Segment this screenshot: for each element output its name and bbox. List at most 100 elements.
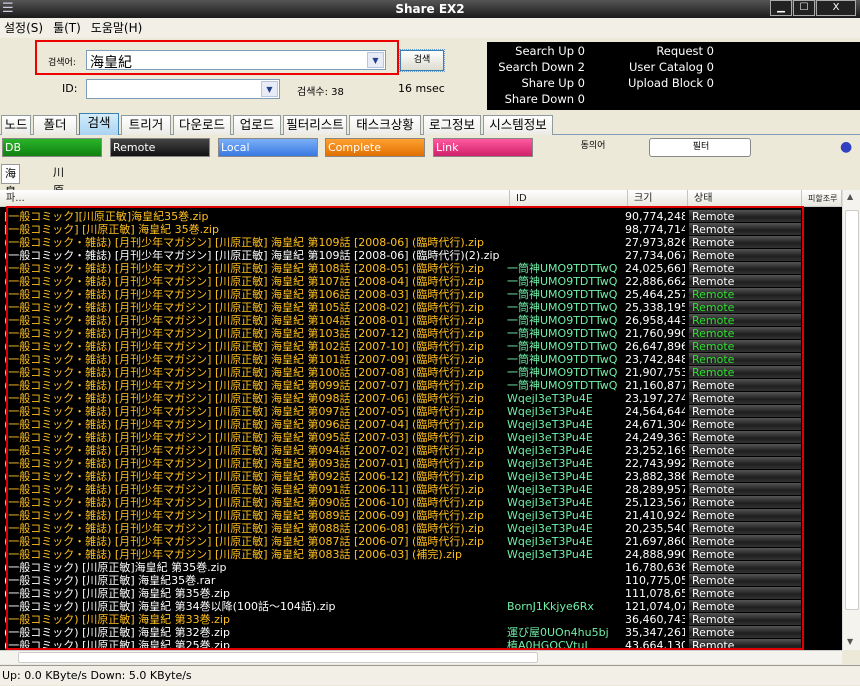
table-row[interactable]: [一般コミック][川原正敏]海皇紀35巻.zip 90,774,248 Remote	[0, 210, 842, 223]
table-row[interactable]: (一般コミック・雑誌) [月刊少年マガジン] [川原正敏] 海皇紀 第092話 …	[0, 470, 842, 483]
user-id: WqejI3eT3Pu4E	[507, 444, 593, 457]
file-name: (一般コミック・雑誌) [月刊少年マガジン] [川原正敏] 海皇紀 第096話 …	[4, 418, 484, 431]
file-name: (一般コミック・雑誌) [月刊少年マガジン] [川原正敏] 海皇紀 第083話 …	[4, 548, 462, 561]
maximize-button[interactable]: ☐	[793, 0, 815, 16]
column-state[interactable]: 상태	[688, 190, 802, 207]
table-row[interactable]: (一般コミック・雑誌) [月刊少年マガジン] [川原正敏] 海皇紀 第108話 …	[0, 262, 842, 275]
table-row[interactable]: (一般コミック・雑誌) [月刊少年マガジン] [川原正敏] 海皇紀 第105話 …	[0, 301, 842, 314]
tab-0[interactable]: 노드	[1, 115, 31, 135]
scroll-thumb[interactable]	[845, 210, 859, 610]
table-row[interactable]: (一般コミック・雑誌) [月刊少年マガジン] [川原正敏] 海皇紀 第106話 …	[0, 288, 842, 301]
filter-link[interactable]: Link	[433, 138, 533, 157]
table-row[interactable]: (一般コミック・雑誌) [月刊少年マガジン] [川原正敏] 海皇紀 第107話 …	[0, 275, 842, 288]
table-row[interactable]: (一般コミック・雑誌) [月刊少年マガジン] [川原正敏] 海皇紀 第103話 …	[0, 327, 842, 340]
status-bar: Up: 0.0 KByte/s Down: 5.0 KByte/s	[0, 665, 860, 685]
tab-8[interactable]: 로그정보	[423, 115, 481, 135]
tab-9[interactable]: 시스템정보	[483, 115, 553, 135]
scroll-down-icon[interactable]: ▼	[847, 637, 853, 646]
keyword-tab[interactable]: 川原正敏	[50, 164, 67, 233]
table-row[interactable]: (一般コミック・雑誌) [月刊少年マガジン] [川原正敏] 海皇紀 第099話 …	[0, 379, 842, 392]
table-row[interactable]: (一般コミック) [川原正敏] 海皇紀 第33巻.zip 36,460,743 Re…	[0, 613, 842, 626]
filter-button[interactable]: 필터	[649, 138, 751, 157]
file-size: 21,760,990	[625, 327, 685, 340]
table-row[interactable]: (一般コミック・雑誌) [月刊少年マガジン] [川原正敏] 海皇紀 第109話 …	[0, 249, 842, 262]
tab-5[interactable]: 업로드	[233, 115, 281, 135]
tab-6[interactable]: 필터리스트	[283, 115, 347, 135]
file-size: 23,252,169	[625, 444, 685, 457]
table-row[interactable]: (一般コミック・雑誌) [月刊少年マガジン] [川原正敏] 海皇紀 第087話 …	[0, 535, 842, 548]
table-row[interactable]: (一般コミック) [川原正敏] 海皇紀 第35巻.zip 111,078,651 R…	[0, 587, 842, 600]
tab-3[interactable]: 트리거	[121, 115, 171, 135]
state-cell: Remote	[689, 613, 801, 625]
table-row[interactable]: (一般コミック) [川原正敏] 海皇紀 第25巻.zip 植A0HGOCVtuI 4…	[0, 639, 842, 650]
chevron-down-icon[interactable]: ▼	[261, 81, 278, 97]
table-row[interactable]: (一般コミック・雑誌) [月刊少年マガジン] [川原正敏] 海皇紀 第101話 …	[0, 353, 842, 366]
filter-db[interactable]: DB	[2, 138, 102, 157]
table-row[interactable]: (一般コミック・雑誌) [月刊少年マガジン] [川原正敏] 海皇紀 第096話 …	[0, 418, 842, 431]
file-size: 26,647,896	[625, 340, 685, 353]
hscroll-thumb[interactable]	[18, 652, 538, 663]
keyword-combo[interactable]: 海皇紀 ▼	[86, 50, 386, 71]
vertical-scrollbar[interactable]: ▲ ▼	[842, 190, 860, 650]
table-row[interactable]: (一般コミック・雑誌) [月刊少年マガジン] [川原正敏] 海皇紀 第098話 …	[0, 392, 842, 405]
table-row[interactable]: (一般コミック・雑誌) [月刊少年マガジン] [川原正敏] 海皇紀 第089話 …	[0, 509, 842, 522]
column-extra[interactable]: 피할조루	[802, 190, 842, 207]
file-name: (一般コミック・雑誌) [月刊少年マガジン] [川原正敏] 海皇紀 第095話 …	[4, 431, 484, 444]
menu-tools[interactable]: 툴(T)	[53, 21, 81, 35]
menu-help[interactable]: 도움말(H)	[91, 21, 143, 35]
help-icon[interactable]: ●	[840, 139, 852, 155]
table-row[interactable]: (一般コミック・雑誌) [月刊少年マガジン] [川原正敏] 海皇紀 第088話 …	[0, 522, 842, 535]
column-name[interactable]: 파...	[0, 190, 510, 207]
filter-complete[interactable]: Complete	[325, 138, 425, 157]
user-id: WqejI3eT3Pu4E	[507, 522, 593, 535]
table-row[interactable]: (一般コミック・雑誌) [月刊少年マガジン] [川原正敏] 海皇紀 第083話 …	[0, 548, 842, 561]
minimize-button[interactable]: ▁	[770, 0, 792, 16]
table-row[interactable]: (一般コミック) [川原正敏] 海皇紀 第34巻以降(100話～104話).zi…	[0, 600, 842, 613]
file-name: (一般コミック・雑誌) [月刊少年マガジン] [川原正敏] 海皇紀 第098話 …	[4, 392, 484, 405]
table-row[interactable]: (一般コミック・雑誌) [月刊少年マガジン] [川原正敏] 海皇紀 第104話 …	[0, 314, 842, 327]
menu-settings[interactable]: 설정(S)	[4, 21, 43, 35]
keyword-tab[interactable]: 海皇紀	[1, 164, 20, 216]
table-row[interactable]: [一般コミック] [川原正敏] 海皇紀 35巻.zip 98,774,714 Rem…	[0, 223, 842, 236]
scroll-up-icon[interactable]: ▲	[847, 192, 853, 201]
id-combo[interactable]: ▼	[86, 79, 280, 99]
table-row[interactable]: (一般コミック) [川原正敏] 海皇紀35巻.rar 110,775,058 Rem…	[0, 574, 842, 587]
filter-remote[interactable]: Remote	[110, 138, 210, 157]
window-title: Share EX2	[395, 2, 465, 16]
chevron-down-icon[interactable]: ▼	[367, 52, 384, 68]
table-row[interactable]: (一般コミック) [川原正敏]海皇紀 第35巻.zip 16,780,636 Rem…	[0, 561, 842, 574]
close-button[interactable]: X	[816, 0, 856, 16]
file-name: (一般コミック・雑誌) [月刊少年マガジン] [川原正敏] 海皇紀 第090話 …	[4, 496, 484, 509]
user-id: 運び屋0UOn4hu5bj	[507, 626, 609, 639]
state-cell: Remote	[689, 444, 801, 456]
file-size: 23,742,848	[625, 353, 685, 366]
table-row[interactable]: (一般コミック・雑誌) [月刊少年マガジン] [川原正敏] 海皇紀 第100話 …	[0, 366, 842, 379]
horizontal-scrollbar[interactable]	[0, 650, 842, 664]
filter-local[interactable]: Local	[218, 138, 318, 157]
state-cell: Remote	[689, 457, 801, 469]
file-name: (一般コミック) [川原正敏] 海皇紀 第32巻.zip	[4, 626, 230, 639]
tab-7[interactable]: 태스크상황	[349, 115, 421, 135]
state-cell: Remote	[689, 236, 801, 248]
search-button[interactable]: 검색	[399, 49, 445, 72]
table-row[interactable]: (一般コミック・雑誌) [月刊少年マガジン] [川原正敏] 海皇紀 第109話 …	[0, 236, 842, 249]
elapsed-time: 16 msec	[398, 82, 445, 95]
table-row[interactable]: (一般コミック・雑誌) [月刊少年マガジン] [川原正敏] 海皇紀 第094話 …	[0, 444, 842, 457]
column-id[interactable]: ID	[510, 190, 628, 207]
table-row[interactable]: (一般コミック・雑誌) [月刊少年マガジン] [川原正敏] 海皇紀 第095話 …	[0, 431, 842, 444]
file-name: (一般コミック) [川原正敏] 海皇紀35巻.rar	[4, 574, 216, 587]
table-row[interactable]: (一般コミック) [川原正敏] 海皇紀 第32巻.zip 運び屋0UOn4hu5b…	[0, 626, 842, 639]
table-row[interactable]: (一般コミック・雑誌) [月刊少年マガジン] [川原正敏] 海皇紀 第102話 …	[0, 340, 842, 353]
table-row[interactable]: (一般コミック・雑誌) [月刊少年マガジン] [川原正敏] 海皇紀 第090話 …	[0, 496, 842, 509]
table-row[interactable]: (一般コミック・雑誌) [月刊少年マガジン] [川原正敏] 海皇紀 第097話 …	[0, 405, 842, 418]
state-cell: Remote	[689, 574, 801, 586]
state-cell: Remote	[689, 418, 801, 430]
file-size: 21,697,860	[625, 535, 685, 548]
tab-4[interactable]: 다운로드	[173, 115, 231, 135]
tab-2[interactable]: 검색	[79, 113, 119, 135]
tab-1[interactable]: 폴더	[33, 115, 77, 135]
column-size[interactable]: 크기	[628, 190, 688, 207]
synonym-button[interactable]: 동의어	[541, 138, 643, 157]
table-row[interactable]: (一般コミック・雑誌) [月刊少年マガジン] [川原正敏] 海皇紀 第093話 …	[0, 457, 842, 470]
table-row[interactable]: (一般コミック・雑誌) [月刊少年マガジン] [川原正敏] 海皇紀 第091話 …	[0, 483, 842, 496]
